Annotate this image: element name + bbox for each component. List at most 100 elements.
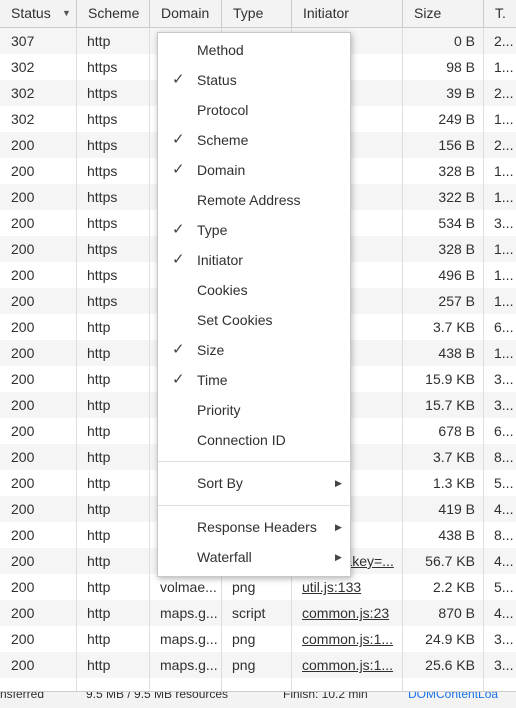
size-cell: 419 B [438,501,475,517]
menu-item-sort-by[interactable]: Sort By ▶ [158,468,350,498]
menu-item-connection-id[interactable]: Connection ID [158,425,350,455]
checkmark-icon: ✓ [172,131,185,148]
table-row[interactable]: 200 http maps.g... png common.js:1... 25.6 KB… [0,652,516,678]
menu-separator [158,505,350,506]
menu-item-status[interactable]: ✓ Status [158,65,350,95]
initiator-link[interactable]: common.js:1... [291,652,402,678]
table-row[interactable]: 200 http volmae... png util.js:133 2.2 KB 5... [0,574,516,600]
initiator-link[interactable]: util.js:133 [291,574,402,600]
menu-separator [158,461,350,462]
size-cell: 534 B [438,215,475,231]
status-cell: 200 [11,657,35,673]
time-cell: 2... [494,33,514,49]
menu-item-label: Priority [197,402,241,418]
column-divider [149,28,150,691]
menu-item-type[interactable]: ✓ Type [158,215,350,245]
menu-item-size[interactable]: ✓ Size [158,335,350,365]
domain-cell: maps.g... [160,605,218,621]
status-cell: 200 [11,475,35,491]
initiator-link[interactable]: common.js:1... [291,626,402,652]
table-row[interactable]: 200 http maps.g... png common.js:1... 24.9 KB… [0,626,516,652]
column-header-scheme[interactable]: Scheme [76,0,149,27]
status-cell: 302 [11,85,35,101]
size-cell: 322 B [438,189,475,205]
menu-item-domain[interactable]: ✓ Domain [158,155,350,185]
menu-item-initiator[interactable]: ✓ Initiator [158,245,350,275]
status-cell: 200 [11,579,35,595]
size-cell: 328 B [438,163,475,179]
time-cell: 2... [494,85,514,101]
column-header-initiator[interactable]: Initiator [291,0,402,27]
status-cell: 200 [11,319,35,335]
checkmark-icon: ✓ [172,251,185,268]
column-header-type[interactable]: Type [221,0,291,27]
menu-item-waterfall[interactable]: Waterfall ▶ [158,542,350,572]
status-cell: 200 [11,423,35,439]
scheme-cell: http [87,631,111,647]
scheme-cell: https [87,137,118,153]
menu-item-priority[interactable]: Priority [158,395,350,425]
column-header-size[interactable]: Size [402,0,483,27]
size-cell: 1.3 KB [432,475,475,491]
column-header-time[interactable]: T. [483,0,516,27]
menu-item-remote-address[interactable]: Remote Address [158,185,350,215]
finish-time: Finish: 10.2 min [283,691,368,701]
time-cell: 1... [494,59,514,75]
scheme-cell: http [87,345,111,361]
time-cell: 3... [494,215,514,231]
menu-item-method[interactable]: Method [158,35,350,65]
table-row[interactable]: 200 http maps.g... script common.js:23 870 B 4… [0,600,516,626]
time-cell: 1... [494,163,514,179]
column-header-domain[interactable]: Domain [149,0,221,27]
menu-item-label: Type [197,222,228,238]
menu-item-time[interactable]: ✓ Time [158,365,350,395]
scheme-cell: https [87,267,118,283]
scheme-cell: http [87,657,111,673]
time-cell: 6... [494,423,514,439]
scheme-cell: https [87,59,118,75]
size-cell: 249 B [438,111,475,127]
time-cell: 8... [494,449,514,465]
size-cell: 3.7 KB [432,319,475,335]
column-header-label: Status [11,5,51,21]
summary-bar: nsferred 9.5 MB / 9.5 MB resources Finis… [0,691,516,708]
domain-cell: maps.g... [160,631,218,647]
menu-item-set-cookies[interactable]: Set Cookies [158,305,350,335]
size-cell: 56.7 KB [425,553,475,569]
column-header-label: T. [495,5,506,21]
column-header-label: Scheme [88,5,140,21]
status-cell: 200 [11,137,35,153]
status-cell: 302 [11,111,35,127]
menu-item-cookies[interactable]: Cookies [158,275,350,305]
domain-cell: maps.g... [160,657,218,673]
menu-item-protocol[interactable]: Protocol [158,95,350,125]
status-cell: 200 [11,449,35,465]
menu-item-label: Response Headers [197,519,317,535]
transferred-summary: nsferred [0,691,45,701]
size-cell: 438 B [438,527,475,543]
menu-item-label: Scheme [197,132,249,148]
domain-cell: volmae... [160,579,217,595]
status-cell: 200 [11,293,35,309]
column-header-status[interactable]: Status ▼ [0,0,76,27]
dom-content-loaded[interactable]: DOMContentLoa [408,692,498,702]
status-cell: 200 [11,241,35,257]
time-cell: 3... [494,397,514,413]
submenu-arrow-icon: ▶ [335,478,342,488]
status-cell: 200 [11,189,35,205]
column-context-menu: Method ✓ Status Protocol ✓ Scheme ✓ Domain Remot… [157,32,351,577]
resources-summary: 9.5 MB / 9.5 MB resources [86,691,229,701]
time-cell: 4... [494,605,514,621]
time-cell: 1... [494,241,514,257]
time-cell: 4... [494,553,514,569]
status-cell: 200 [11,267,35,283]
scheme-cell: http [87,475,111,491]
status-cell: 200 [11,163,35,179]
scheme-cell: https [87,163,118,179]
submenu-arrow-icon: ▶ [335,522,342,532]
menu-item-scheme[interactable]: ✓ Scheme [158,125,350,155]
size-cell: 496 B [438,267,475,283]
checkmark-icon: ✓ [172,161,185,178]
menu-item-response-headers[interactable]: Response Headers ▶ [158,512,350,542]
initiator-link[interactable]: common.js:23 [291,600,402,626]
